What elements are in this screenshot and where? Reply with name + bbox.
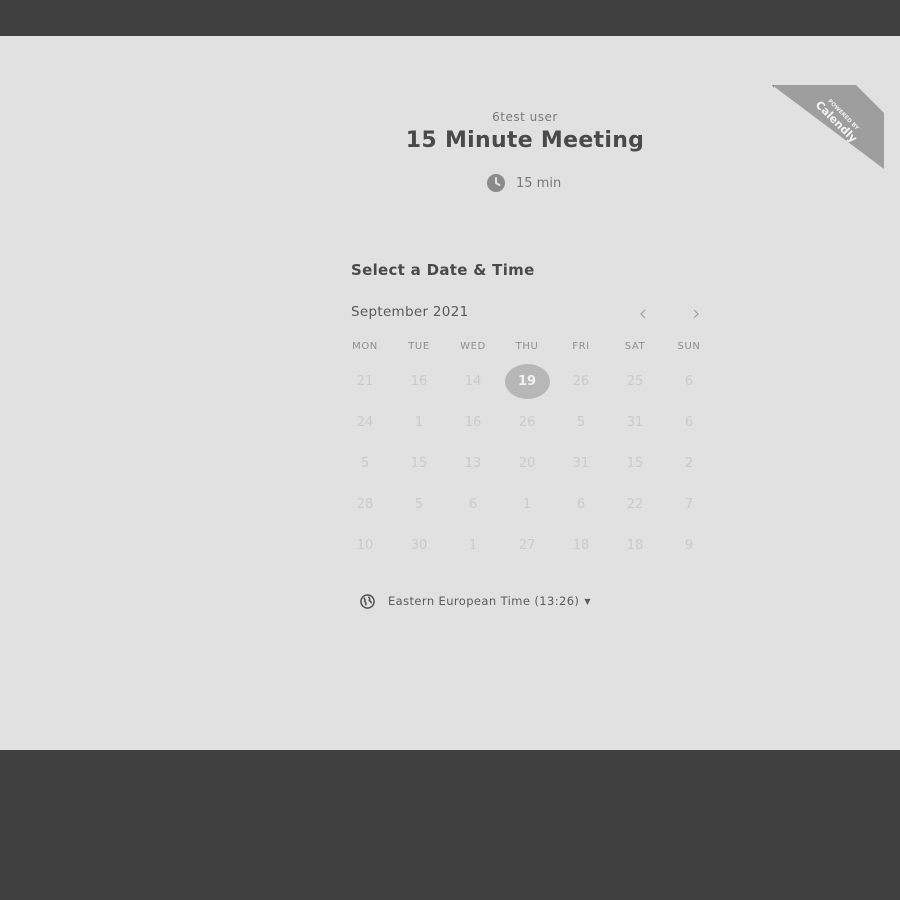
calendar-day: 20	[518, 456, 536, 471]
selected-day-number: 19	[504, 364, 550, 399]
timezone-selector[interactable]: Eastern European Time (13:26) ▼	[360, 593, 591, 609]
host-name: 6test user	[492, 110, 558, 124]
clock-icon	[487, 174, 505, 192]
chevron-right-icon	[693, 309, 699, 319]
calendar-day: 30	[410, 538, 428, 553]
calendar-grid: MON TUE WED THU FRI SAT SUN 21 16 14 19 …	[338, 341, 716, 566]
month-label: September 2021	[351, 304, 469, 320]
calendar-day: 6	[576, 497, 586, 512]
calendar-day: 27	[518, 538, 536, 553]
calendar-day: 7	[684, 497, 694, 512]
caret-down-icon: ▼	[584, 596, 591, 606]
calendar-week: 28 5 6 1 6 22 7	[338, 484, 716, 525]
calendar-day: 6	[684, 415, 694, 430]
calendar-week: 5 15 13 20 31 15 2	[338, 443, 716, 484]
prev-month-button[interactable]	[633, 304, 653, 324]
chevron-left-icon	[640, 309, 646, 319]
calendar-day: 1	[468, 538, 478, 553]
weekday-label: WED	[460, 341, 486, 352]
calendar-day: 21	[356, 374, 374, 389]
calendar-day: 6	[684, 374, 694, 389]
booking-page: 6test user 15 Minute Meeting 15 min Sele…	[0, 36, 900, 750]
globe-icon	[360, 593, 375, 609]
calendar-day: 6	[468, 497, 478, 512]
calendar-week: 24 1 16 26 5 31 6	[338, 402, 716, 443]
calendar-day: 26	[518, 415, 536, 430]
event-duration: 15 min	[486, 173, 561, 193]
calendar-day: 31	[626, 415, 644, 430]
calendar-day: 16	[410, 374, 428, 389]
calendar-week: 10 30 1 27 18 18 9	[338, 525, 716, 566]
calendar-day: 14	[464, 374, 482, 389]
calendar-day: 18	[572, 538, 590, 553]
timezone-label: Eastern European Time (13:26)	[388, 594, 580, 608]
calendar-day: 22	[626, 497, 644, 512]
weekday-label: THU	[515, 341, 539, 352]
calendar-day: 18	[626, 538, 644, 553]
calendar-day: 5	[414, 497, 424, 512]
calendar-day: 9	[684, 538, 694, 553]
weekday-label: TUE	[408, 341, 430, 352]
calendar-day: 2	[684, 456, 694, 471]
calendar-day: 16	[464, 415, 482, 430]
event-title: 15 Minute Meeting	[405, 128, 645, 153]
calendar-day: 24	[356, 415, 374, 430]
duration-label: 15 min	[516, 175, 562, 191]
calendar-day-selected[interactable]: 19	[500, 361, 554, 402]
weekday-header: MON TUE WED THU FRI SAT SUN	[338, 341, 716, 361]
calendar-day: 15	[626, 456, 644, 471]
powered-by-calendly-badge[interactable]: POWERED BY Calendly	[772, 85, 884, 169]
calendar-day: 26	[572, 374, 590, 389]
section-heading: Select a Date & Time	[351, 261, 535, 279]
calendar-day: 15	[410, 456, 428, 471]
calendar-day: 5	[360, 456, 370, 471]
calendar-day: 13	[464, 456, 482, 471]
calendar-day: 10	[356, 538, 374, 553]
weekday-label: FRI	[572, 341, 590, 352]
calendar-week: 21 16 14 19 26 25 6	[338, 361, 716, 402]
calendar-day: 5	[576, 415, 586, 430]
weekday-label: MON	[352, 341, 378, 352]
calendar-day: 1	[414, 415, 424, 430]
calendar-day: 1	[522, 497, 532, 512]
calendar-day: 28	[356, 497, 374, 512]
calendar-day: 25	[626, 374, 644, 389]
calendar-day: 31	[572, 456, 590, 471]
weekday-label: SAT	[624, 341, 646, 352]
weekday-label: SUN	[677, 341, 701, 352]
next-month-button[interactable]	[686, 304, 706, 324]
